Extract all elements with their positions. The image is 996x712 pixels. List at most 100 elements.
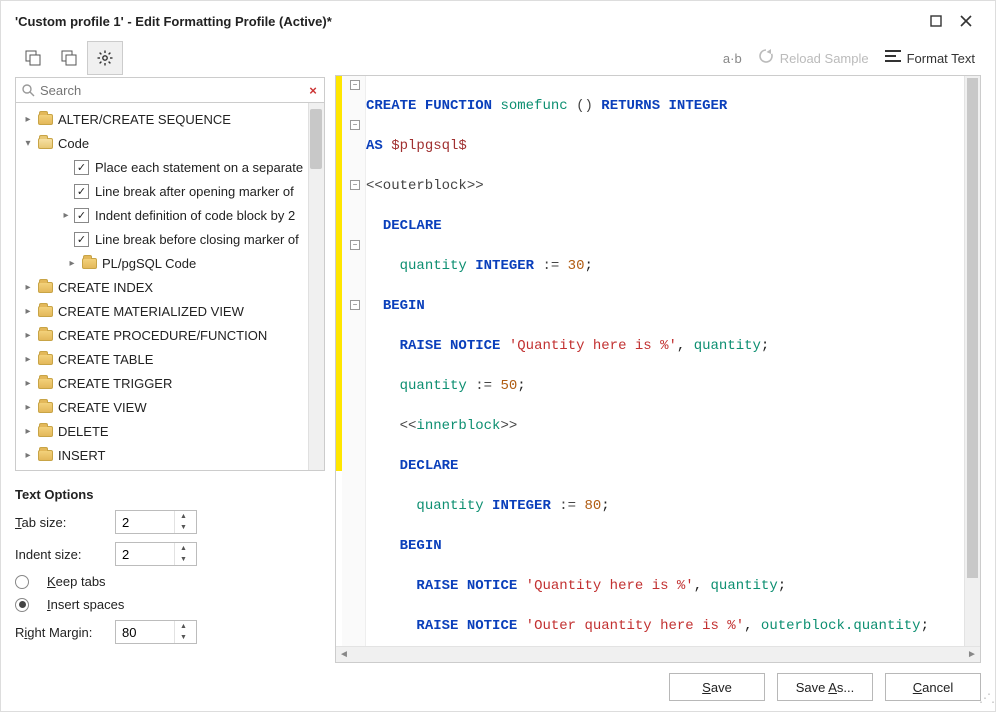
tree-item-label: CREATE TRIGGER bbox=[58, 376, 172, 391]
tree-item[interactable]: ▸ CREATE PROCEDURE/FUNCTION bbox=[16, 323, 324, 347]
expander-icon[interactable] bbox=[58, 159, 74, 175]
expander-icon[interactable]: ▸ bbox=[20, 111, 36, 127]
tree-item[interactable]: ▸CREATE VIEW bbox=[16, 395, 324, 419]
title-bar: 'Custom profile 1' - Edit Formatting Pro… bbox=[1, 1, 995, 41]
hscroll-right-icon[interactable]: ► bbox=[964, 649, 980, 660]
search-input[interactable] bbox=[40, 83, 302, 98]
right-margin-spinner[interactable]: ▲▼ bbox=[115, 620, 197, 644]
collapse-all-button[interactable] bbox=[51, 41, 87, 75]
reload-icon bbox=[758, 48, 774, 68]
clear-search-button[interactable]: × bbox=[302, 83, 324, 98]
tree-subitem[interactable]: ✓Line break after opening marker of bbox=[16, 179, 324, 203]
indent-size-input[interactable] bbox=[116, 547, 174, 562]
tree-subitem[interactable]: ✓Line break before closing marker of bbox=[16, 227, 324, 251]
editor-vscroll-thumb[interactable] bbox=[967, 78, 978, 578]
reload-sample-button[interactable]: Reload Sample bbox=[758, 48, 869, 68]
checkbox[interactable]: ✓ bbox=[74, 184, 89, 199]
left-pane: × ▸ ALTER/CREATE SEQUENCE ▾ Code ✓ Place each… bbox=[15, 41, 325, 663]
expander-icon[interactable]: ▸ bbox=[20, 351, 36, 367]
tree-subitem[interactable]: ▸ PL/pgSQL Code bbox=[16, 251, 324, 275]
tree-scrollbar-thumb[interactable] bbox=[310, 109, 322, 169]
spinner-up-icon[interactable]: ▲ bbox=[175, 621, 192, 632]
tab-size-spinner[interactable]: ▲▼ bbox=[115, 510, 197, 534]
checkbox[interactable]: ✓ bbox=[74, 160, 89, 175]
maximize-button[interactable] bbox=[921, 6, 951, 36]
left-toolbar bbox=[15, 41, 325, 75]
indent-size-spinner[interactable]: ▲▼ bbox=[115, 542, 197, 566]
insert-spaces-label: Insert spaces bbox=[47, 597, 124, 612]
tab-size-input[interactable] bbox=[116, 515, 174, 530]
tab-size-label: Tab size: bbox=[15, 515, 105, 530]
tree-item[interactable]: ▸DELETE bbox=[16, 419, 324, 443]
tree-item-label: INSERT bbox=[58, 448, 105, 463]
expander-icon[interactable] bbox=[58, 231, 74, 247]
tree-item[interactable]: ▸ CREATE TRIGGER bbox=[16, 371, 324, 395]
fold-toggle[interactable]: − bbox=[350, 300, 360, 310]
expander-icon[interactable]: ▸ bbox=[20, 375, 36, 391]
tree-item[interactable]: ▸ ALTER/CREATE SEQUENCE bbox=[16, 107, 324, 131]
indent-size-label: Indent size: bbox=[15, 547, 105, 562]
tree-subitem[interactable]: ✓ Place each statement on a separate bbox=[16, 155, 324, 179]
checkbox[interactable]: ✓ bbox=[74, 232, 89, 247]
fold-toggle[interactable]: − bbox=[350, 120, 360, 130]
expander-icon[interactable]: ▸ bbox=[64, 255, 80, 271]
whitespace-label: a·b bbox=[723, 51, 742, 66]
expander-icon[interactable]: ▸ bbox=[20, 423, 36, 439]
tree-item-label: CREATE INDEX bbox=[58, 280, 153, 295]
tree-item-label: Place each statement on a separate bbox=[95, 160, 303, 175]
tree-item-label: PL/pgSQL Code bbox=[102, 256, 196, 271]
reload-sample-label: Reload Sample bbox=[780, 51, 869, 66]
window-title: 'Custom profile 1' - Edit Formatting Pro… bbox=[15, 14, 332, 29]
expander-icon[interactable]: ▸ bbox=[20, 399, 36, 415]
expander-icon[interactable]: ▾ bbox=[20, 135, 36, 151]
tree-subitem[interactable]: ▸✓Indent definition of code block by 2 bbox=[16, 203, 324, 227]
close-button[interactable] bbox=[951, 6, 981, 36]
expander-icon[interactable]: ▸ bbox=[20, 303, 36, 319]
expand-all-button[interactable] bbox=[15, 41, 51, 75]
code-editor[interactable]: − − − − − CREATE FUNCTION somefunc () RE… bbox=[335, 75, 981, 663]
tree-item[interactable]: ▾ Code bbox=[16, 131, 324, 155]
search-field[interactable]: × bbox=[15, 77, 325, 103]
insert-spaces-radio[interactable] bbox=[15, 598, 29, 612]
expander-icon[interactable]: ▸ bbox=[20, 447, 36, 463]
right-pane: a·b Reload Sample Format Text bbox=[335, 41, 981, 663]
tree-item-label: CREATE PROCEDURE/FUNCTION bbox=[58, 328, 267, 343]
spinner-down-icon[interactable]: ▼ bbox=[175, 522, 192, 533]
tree-item[interactable]: ▸ CREATE INDEX bbox=[16, 275, 324, 299]
format-text-button[interactable]: Format Text bbox=[885, 49, 975, 67]
save-button[interactable]: Save bbox=[669, 673, 765, 701]
cancel-button[interactable]: Cancel bbox=[885, 673, 981, 701]
whitespace-toggle[interactable]: a·b bbox=[723, 51, 742, 66]
tree-item[interactable]: ▸CREATE TABLE bbox=[16, 347, 324, 371]
format-text-label: Format Text bbox=[907, 51, 975, 66]
editor-vertical-scrollbar[interactable] bbox=[964, 76, 980, 646]
spinner-down-icon[interactable]: ▼ bbox=[175, 554, 192, 565]
search-icon bbox=[16, 83, 40, 97]
fold-toggle[interactable]: − bbox=[350, 80, 360, 90]
save-as-button[interactable]: Save As... bbox=[777, 673, 873, 701]
expander-icon[interactable]: ▸ bbox=[20, 279, 36, 295]
expander-icon[interactable]: ▸ bbox=[20, 327, 36, 343]
expander-icon[interactable] bbox=[58, 183, 74, 199]
tree-item-label: ALTER/CREATE SEQUENCE bbox=[58, 112, 231, 127]
tree-scrollbar[interactable] bbox=[308, 103, 324, 470]
spinner-down-icon[interactable]: ▼ bbox=[175, 632, 192, 643]
tree-item-label: Code bbox=[58, 136, 89, 151]
spinner-up-icon[interactable]: ▲ bbox=[175, 511, 192, 522]
code-area[interactable]: CREATE FUNCTION somefunc () RETURNS INTE… bbox=[366, 76, 964, 646]
expander-icon[interactable]: ▸ bbox=[58, 207, 74, 223]
hscroll-left-icon[interactable]: ◄ bbox=[336, 649, 352, 660]
tree-item[interactable]: ▸ INSERT bbox=[16, 443, 324, 467]
tree-item[interactable]: ▸CREATE MATERIALIZED VIEW bbox=[16, 299, 324, 323]
right-margin-input[interactable] bbox=[116, 625, 174, 640]
fold-toggle[interactable]: − bbox=[350, 240, 360, 250]
settings-tab[interactable] bbox=[87, 41, 123, 75]
spinner-up-icon[interactable]: ▲ bbox=[175, 543, 192, 554]
tree-item[interactable]: ▸SELECT bbox=[16, 467, 324, 470]
fold-toggle[interactable]: − bbox=[350, 180, 360, 190]
resize-grip-icon[interactable]: ⋰⋰ bbox=[979, 695, 993, 709]
keep-tabs-radio[interactable] bbox=[15, 575, 29, 589]
editor-horizontal-scrollbar[interactable]: ◄ ► bbox=[336, 646, 980, 662]
checkbox[interactable]: ✓ bbox=[74, 208, 89, 223]
dialog-window: 'Custom profile 1' - Edit Formatting Pro… bbox=[0, 0, 996, 712]
